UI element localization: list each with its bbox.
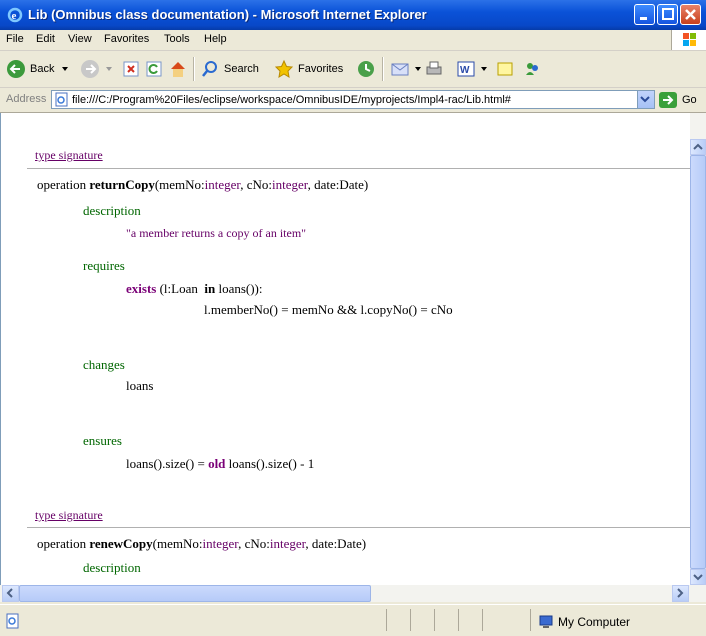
title-bar: e Lib (Omnibus class documentation) - Mi… [0,0,706,30]
svg-text:W: W [460,65,470,76]
page-content: type signature operation returnCopy(memN… [0,113,691,585]
scroll-up-button[interactable] [690,139,706,155]
home-icon [171,62,185,77]
ensures-heading: ensures [83,433,122,448]
type-signature-link[interactable]: type signature [35,148,103,163]
star-icon [274,59,294,78]
my-computer-icon [539,615,553,628]
address-url: file:///C:/Program%20Files/eclipse/works… [72,94,511,106]
mail-icon [391,63,409,76]
operation-signature: operation returnCopy(memNo:integer, cNo:… [37,177,369,192]
stop-icon [123,61,139,77]
back-button[interactable]: Back [6,59,74,79]
description-text: "a member returns a copy of an item" [126,226,307,240]
print-icon [426,61,442,75]
divider [27,168,691,169]
horizontal-scroll-thumb[interactable] [19,585,371,602]
scroll-left-button[interactable] [2,585,19,602]
forward-button[interactable] [80,59,118,79]
menu-help[interactable]: Help [204,33,227,45]
menu-bar: File Edit View Favorites Tools Help [0,30,706,51]
type-signature-link-2[interactable]: type signature [35,508,103,523]
changes-heading: changes [83,357,125,372]
address-input[interactable]: file:///C:/Program%20Files/eclipse/works… [51,90,655,109]
chevron-down-icon [106,67,112,71]
scroll-right-button[interactable] [672,585,689,602]
status-bar: My Computer [0,604,706,636]
chevron-down-icon [62,67,69,71]
print-button[interactable] [424,59,448,79]
chevron-down-icon [415,67,421,71]
search-button[interactable]: Search [200,59,259,79]
chevron-down-icon [640,96,650,103]
history-button[interactable] [356,59,380,79]
menu-favorites[interactable]: Favorites [104,33,149,45]
description-heading: description [83,203,141,218]
minimize-button[interactable] [634,4,655,25]
ensures-line: loans().size() = old loans().size() - 1 [126,456,315,471]
mail-button[interactable] [390,59,426,79]
description-heading-2: description [83,560,141,575]
maximize-button[interactable] [657,4,678,25]
back-arrow-icon [7,60,25,78]
discuss-button[interactable] [496,59,518,79]
favorites-button[interactable]: Favorites [274,59,343,79]
history-icon [358,61,374,77]
refresh-button[interactable] [145,59,167,79]
divider-2 [27,527,691,528]
chevron-down-icon [481,67,487,71]
address-bar: Address file:///C:/Program%20Files/eclip… [0,88,706,113]
edit-word-button[interactable]: W [456,59,492,79]
page-status-icon [6,613,19,629]
menu-edit[interactable]: Edit [36,33,55,45]
horizontal-scrollbar[interactable] [0,585,706,602]
refresh-icon [146,61,162,77]
svg-text:e: e [12,10,17,22]
forward-arrow-icon [81,60,99,78]
menu-file[interactable]: File [6,33,24,45]
messenger-icon [526,63,538,75]
ie-icon: e [7,7,23,23]
requires-line-1: exists (l:Loan in loans()): [126,281,263,296]
note-icon [497,62,513,76]
messenger-button[interactable] [522,59,546,79]
menu-view[interactable]: View [68,33,92,45]
windows-logo-icon [671,30,706,50]
home-button[interactable] [168,59,192,79]
operation-signature-2: operation renewCopy(memNo:integer, cNo:i… [37,536,367,551]
changes-text: loans [126,378,154,393]
word-icon: W [457,61,475,77]
go-button[interactable]: Go [658,91,697,109]
requires-heading: requires [83,258,125,273]
window-title: Lib (Omnibus class documentation) - Micr… [28,7,427,22]
stop-button[interactable] [122,59,144,79]
scroll-down-button[interactable] [690,569,706,585]
address-label: Address [6,93,47,105]
close-button[interactable] [680,4,701,25]
security-zone: My Computer [538,614,630,630]
go-arrow-icon [659,92,677,108]
address-dropdown[interactable] [637,91,654,108]
vertical-scrollbar[interactable] [690,113,706,585]
menu-tools[interactable]: Tools [164,33,190,45]
vertical-scroll-thumb[interactable] [690,155,706,569]
requires-line-2: l.memberNo() = memNo && l.copyNo() = cNo [204,302,453,317]
search-icon [202,61,217,77]
page-icon [55,92,68,107]
toolbar: Back Search Favorites W [0,51,706,88]
